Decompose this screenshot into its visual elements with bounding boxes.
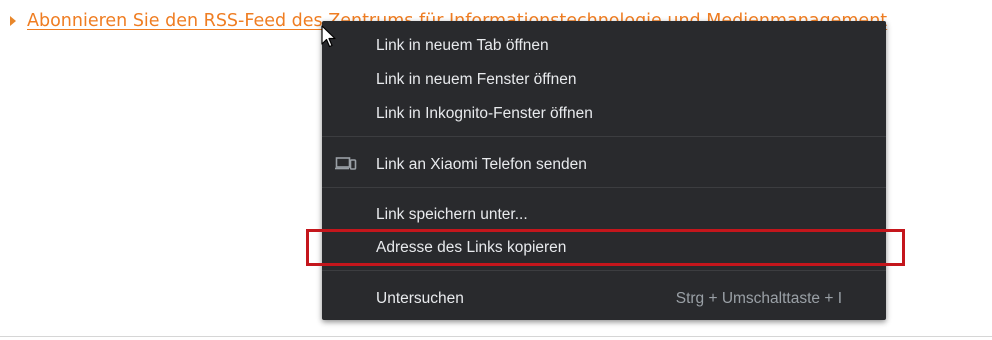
menu-item-open-new-tab[interactable]: Link in neuem Tab öffnen [322, 29, 886, 62]
menu-item-label: Adresse des Links kopieren [376, 238, 567, 256]
menu-item-send-to-device[interactable]: Link an Xiaomi Telefon senden [322, 148, 886, 181]
menu-separator [322, 136, 886, 137]
menu-item-open-incognito[interactable]: Link in Inkognito-Fenster öffnen [322, 97, 886, 130]
mouse-cursor-icon [321, 25, 339, 49]
context-menu: Link in neuem Tab öffnen Link in neuem F… [322, 21, 886, 320]
menu-item-label: Link speichern unter... [376, 205, 528, 223]
menu-item-copy-link-address[interactable]: Adresse des Links kopieren [322, 231, 886, 264]
menu-item-open-new-window[interactable]: Link in neuem Fenster öffnen [322, 63, 886, 96]
menu-item-save-link-as[interactable]: Link speichern unter... [322, 198, 886, 231]
bullet-arrow-icon [10, 16, 16, 26]
menu-item-label: Link in neuem Tab öffnen [376, 36, 549, 54]
menu-separator [322, 187, 886, 188]
menu-item-shortcut: Strg + Umschalttaste + I [675, 289, 842, 307]
menu-item-label: Link an Xiaomi Telefon senden [376, 155, 587, 173]
screenshot-root: { "page": { "rss_link_text": "Abonnieren… [0, 0, 992, 340]
menu-separator [322, 270, 886, 271]
menu-item-label: Link in Inkognito-Fenster öffnen [376, 104, 593, 122]
devices-icon [335, 156, 357, 172]
menu-item-label: Link in neuem Fenster öffnen [376, 70, 577, 88]
page-divider [0, 336, 992, 337]
menu-item-inspect[interactable]: Untersuchen Strg + Umschalttaste + I [322, 282, 886, 315]
menu-item-label: Untersuchen [376, 289, 464, 307]
